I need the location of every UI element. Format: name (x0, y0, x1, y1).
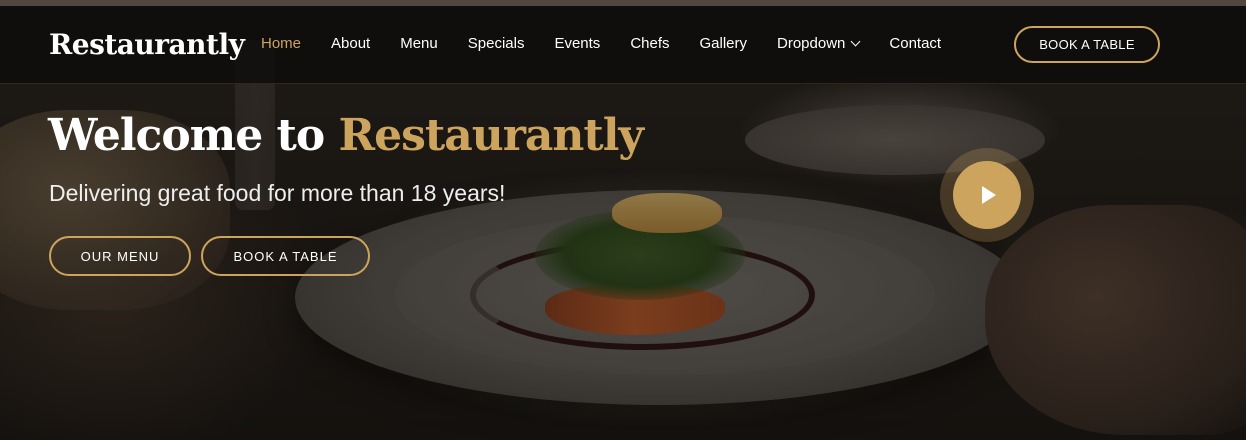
nav-item-specials[interactable]: Specials (468, 35, 525, 52)
nav-item-gallery[interactable]: Gallery (700, 35, 748, 52)
nav-item-contact[interactable]: Contact (889, 35, 941, 52)
hero-subtitle: Delivering great food for more than 18 y… (49, 180, 506, 206)
nav-item-dropdown-label: Dropdown (777, 35, 846, 52)
book-table-hero-button[interactable]: BOOK A TABLE (201, 236, 370, 276)
nav-item-events[interactable]: Events (554, 35, 600, 52)
play-video-button[interactable] (940, 148, 1034, 242)
chevron-down-icon (850, 36, 861, 47)
book-table-header-button[interactable]: BOOK A TABLE (1014, 26, 1160, 63)
hero-title-accent: Restaurantly (338, 110, 644, 161)
nav-item-chefs[interactable]: Chefs (630, 35, 669, 52)
our-menu-button[interactable]: OUR MENU (49, 236, 191, 276)
play-icon (982, 186, 996, 204)
nav-item-home[interactable]: Home (261, 35, 301, 52)
nav-item-dropdown[interactable]: Dropdown (777, 35, 861, 52)
site-header: Restaurantly Home About Menu Specials Ev… (0, 6, 1246, 84)
brand-logo[interactable]: Restaurantly (49, 28, 245, 61)
nav-item-about[interactable]: About (331, 35, 370, 52)
hero-title-prefix: Welcome to (48, 110, 325, 161)
play-button-circle (953, 161, 1021, 229)
nav-item-menu[interactable]: Menu (400, 35, 438, 52)
main-nav: Home About Menu Specials Events Chefs Ga… (261, 35, 971, 52)
hero-title: Welcome to Restaurantly (48, 110, 644, 161)
